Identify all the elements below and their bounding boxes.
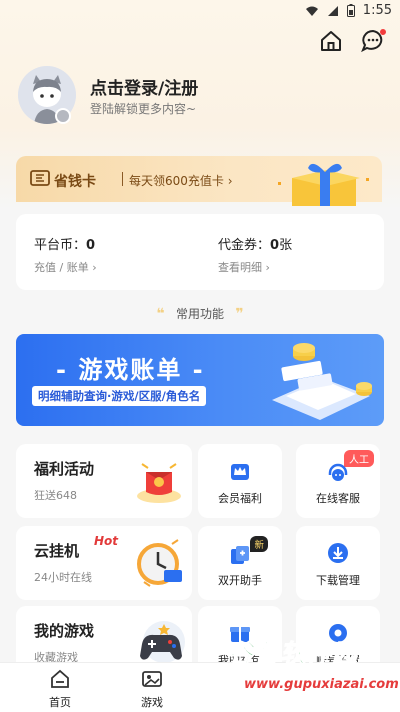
tile-idle-sub: 24小时在线 bbox=[34, 571, 92, 584]
watermark: 谷普软件园 www.gupuxiazai.com bbox=[220, 632, 400, 712]
home-button[interactable] bbox=[318, 28, 344, 54]
tile-member-label: 会员福利 bbox=[218, 492, 262, 505]
wifi-icon bbox=[305, 6, 318, 16]
nav-home[interactable]: 首页 bbox=[30, 669, 90, 710]
voucher-value: 0 bbox=[270, 238, 280, 253]
watermark-url: www.gupuxiazai.com bbox=[244, 677, 399, 692]
message-button[interactable] bbox=[360, 28, 386, 54]
save-card-label: 省钱卡 bbox=[54, 174, 96, 190]
section-title: 常用功能 bbox=[175, 307, 224, 321]
quote-left-icon: ❝ bbox=[156, 306, 165, 322]
view-details-link[interactable]: 查看明细 › bbox=[218, 259, 270, 275]
login-subtitle: 登陆解锁更多内容~ bbox=[90, 102, 197, 116]
download-icon bbox=[328, 543, 348, 563]
banner-subtitle: 明细辅助查询·游戏/区服/角色名 bbox=[32, 386, 207, 406]
dual-app-icon bbox=[231, 546, 249, 564]
platform-coin-label: 平台币： bbox=[34, 238, 87, 253]
quote-right-icon: ❞ bbox=[235, 306, 244, 322]
phone-coins-illustration bbox=[272, 343, 372, 420]
platform-coin-value: 0 bbox=[86, 238, 96, 253]
nav-games-label: 游戏 bbox=[141, 696, 163, 709]
save-card-desc: 每天领600充值卡 › bbox=[129, 174, 233, 188]
nav-games[interactable]: 游戏 bbox=[122, 669, 182, 710]
voucher-label: 代金券： bbox=[218, 238, 271, 253]
signal-icon bbox=[327, 5, 338, 16]
tile-welfare-title: 福利活动 bbox=[34, 460, 95, 478]
tile-my-games-title: 我的游戏 bbox=[34, 622, 95, 640]
headset-icon bbox=[328, 463, 348, 481]
tile-dual-label: 双开助手 bbox=[218, 574, 262, 587]
tile-dual-tag: 新 bbox=[250, 536, 268, 552]
status-time: 1:55 bbox=[362, 3, 392, 18]
tile-online-service[interactable]: 人工 在线客服 bbox=[296, 444, 380, 518]
tile-service-label: 在线客服 bbox=[316, 492, 360, 505]
clock-24h-icon bbox=[137, 539, 182, 587]
red-envelope-icon bbox=[137, 463, 181, 503]
tile-download-manage[interactable]: 下载管理 bbox=[296, 526, 380, 600]
avatar-vip-badge bbox=[55, 108, 71, 124]
tile-member-welfare[interactable]: 会员福利 bbox=[198, 444, 282, 518]
home-nav-icon bbox=[51, 669, 69, 688]
banner-title: - 游戏账单 - bbox=[56, 356, 205, 384]
gift-box-icon bbox=[278, 163, 369, 206]
save-card-divider bbox=[122, 172, 123, 186]
section-common-functions: ❝ 常用功能 ❞ bbox=[0, 305, 400, 322]
notification-dot bbox=[380, 29, 386, 35]
tile-welfare-sub: 狂送648 bbox=[34, 489, 77, 502]
balance-card: 平台币：0 充值 / 账单 › 代金券：0张 查看明细 › bbox=[16, 214, 384, 290]
crown-icon bbox=[231, 464, 249, 480]
save-card-icon bbox=[30, 170, 50, 186]
hot-badge: Hot bbox=[94, 534, 119, 548]
gamepad-icon bbox=[140, 621, 185, 663]
tile-welfare[interactable]: 福利活动 狂送648 bbox=[16, 444, 192, 518]
game-bill-banner[interactable]: - 游戏账单 - 明细辅助查询·游戏/区服/角色名 bbox=[16, 334, 384, 426]
tile-dual-open[interactable]: 新 双开助手 bbox=[198, 526, 282, 600]
tile-cloud-idle[interactable]: 云挂机 Hot 24小时在线 bbox=[16, 526, 192, 600]
home-icon bbox=[321, 31, 341, 51]
nav-home-label: 首页 bbox=[49, 696, 71, 709]
voucher-unit: 张 bbox=[279, 238, 293, 253]
recharge-bill-link[interactable]: 充值 / 账单 › bbox=[34, 259, 97, 275]
battery-icon bbox=[346, 4, 355, 17]
tile-idle-title: 云挂机 bbox=[34, 542, 80, 560]
voucher: 代金券：0张 bbox=[218, 234, 292, 253]
status-bar: 1:55 bbox=[0, 0, 400, 22]
watermark-text: 谷普软件园 bbox=[227, 639, 359, 669]
games-nav-icon bbox=[142, 671, 162, 687]
platform-coin: 平台币：0 bbox=[34, 234, 95, 253]
tile-download-label: 下载管理 bbox=[316, 574, 360, 587]
login-register-link[interactable]: 点击登录/注册 bbox=[90, 74, 198, 99]
